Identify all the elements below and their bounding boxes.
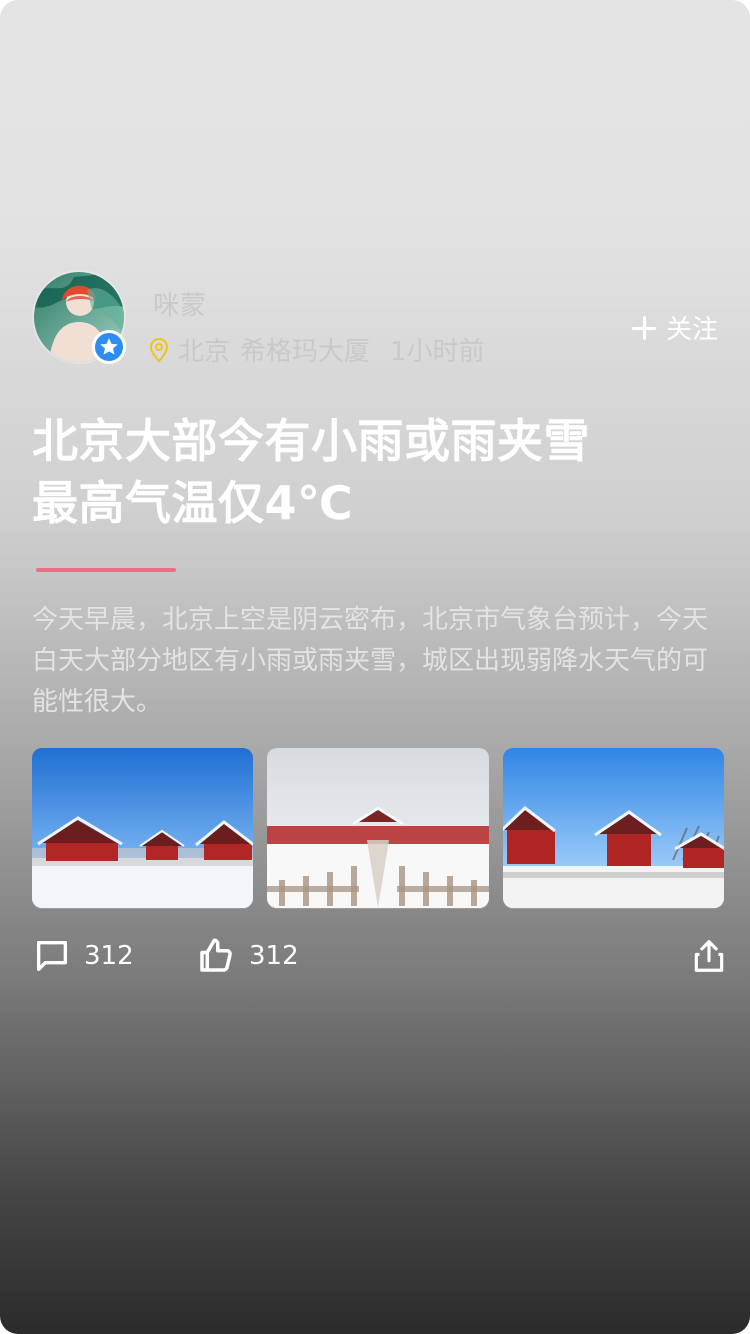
palace-hall-snow-image <box>32 748 254 908</box>
author-name[interactable]: 咪蒙 <box>153 285 207 322</box>
author-avatar-container[interactable] <box>34 272 126 364</box>
accent-divider <box>36 568 176 572</box>
share-button[interactable] <box>690 930 728 982</box>
follow-label: 关注 <box>665 315 718 345</box>
post-title[interactable]: 北京大部今有小雨或雨夹雪 最高气温仅4℃ <box>32 410 722 534</box>
post-actions: 312 312 <box>32 930 728 982</box>
comment-action[interactable]: 312 <box>32 930 134 982</box>
like-action[interactable]: 312 <box>195 930 299 982</box>
like-count: 312 <box>249 941 299 971</box>
post-time: 1小时前 <box>390 337 485 367</box>
star-badge-icon <box>100 338 118 355</box>
palace-courtyard-snow-image <box>267 748 489 908</box>
post-card: 咪蒙 北京 希格玛大厦 1小时前 关注 北京大部今有小雨或雨夹雪 最高气温仅4℃… <box>0 0 750 1334</box>
share-icon <box>694 940 724 972</box>
gallery-image-2[interactable] <box>267 748 489 908</box>
gallery-image-1[interactable] <box>32 748 254 908</box>
thumbs-up-icon <box>200 938 232 972</box>
plus-icon <box>631 315 656 340</box>
image-gallery <box>32 748 724 908</box>
follow-button[interactable]: 关注 <box>631 309 718 346</box>
author-meta: 北京 希格玛大厦 1小时前 <box>149 331 485 368</box>
comment-count: 312 <box>84 941 134 971</box>
post-summary[interactable]: 今天早晨，北京上空是阴云密布，北京市气象台预计，今天白天大部分地区有小雨或雨夹雪… <box>32 600 722 723</box>
gallery-image-3[interactable] <box>502 748 724 908</box>
location-place: 希格玛大厦 <box>240 337 371 367</box>
location-city: 北京 <box>178 337 231 367</box>
location-pin-icon <box>149 337 169 362</box>
palace-pavilion-snow-image <box>502 748 724 908</box>
verified-badge <box>92 330 126 364</box>
comment-bubble-icon <box>37 941 68 971</box>
